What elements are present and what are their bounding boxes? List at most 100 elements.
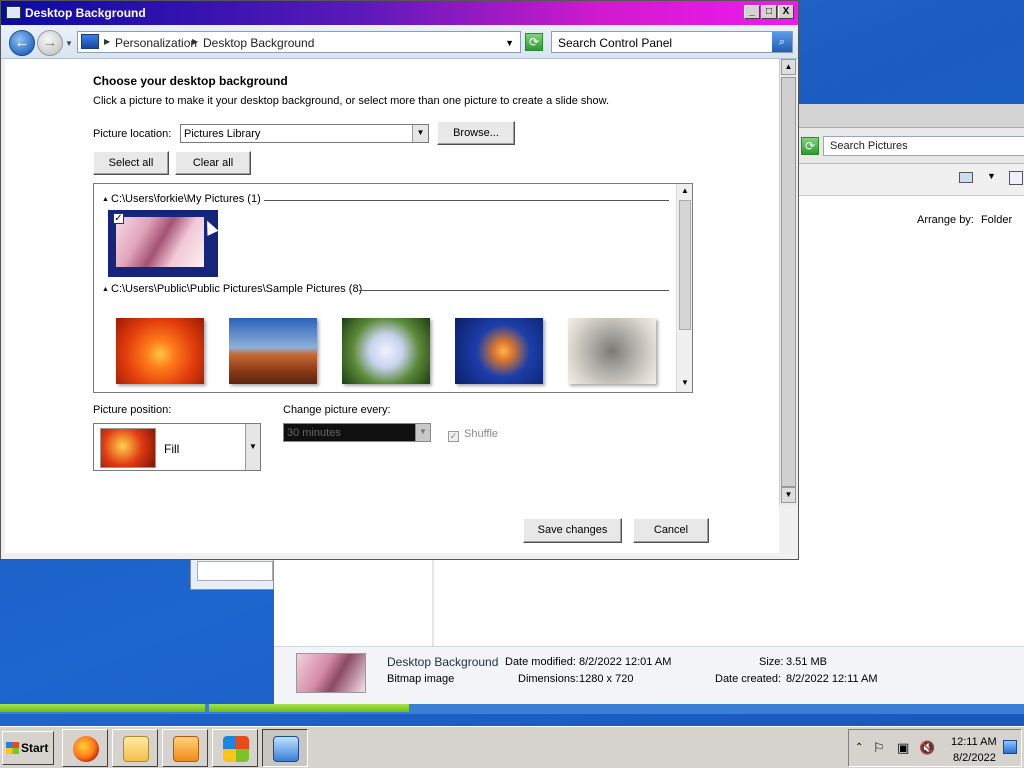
file-name: Desktop Background (387, 655, 499, 669)
picture-position-select[interactable]: Fill ▼ (93, 423, 261, 471)
picture-tile-koala[interactable] (568, 318, 656, 384)
gallery-scroll-thumb[interactable] (679, 200, 691, 330)
breadcrumb-desktop-background[interactable]: Desktop Background (203, 36, 314, 50)
picture-location-select[interactable]: Pictures Library ▼ (180, 124, 429, 143)
save-changes-button[interactable]: Save changes (523, 518, 622, 543)
explorer-search-input[interactable]: Search Pictures (823, 136, 1024, 156)
forward-arrow-icon[interactable]: → (37, 30, 63, 56)
volume-muted-icon[interactable]: 🔇 (919, 740, 935, 756)
scroll-up-icon[interactable]: ▲ (677, 184, 693, 198)
change-picture-value: 30 minutes (287, 427, 341, 439)
clock-time[interactable]: 12:11 AM (951, 736, 997, 748)
scroll-down-icon[interactable]: ▼ (677, 376, 693, 390)
arrange-by-label: Arrange by: (917, 214, 974, 226)
taskbar-control-panel[interactable] (262, 729, 308, 767)
start-button[interactable]: Start (2, 731, 54, 765)
picture-checkbox[interactable]: ✓ (113, 213, 124, 224)
history-dropdown-icon[interactable]: ▼ (65, 39, 73, 48)
taskbar-explorer[interactable] (112, 729, 158, 767)
page-description: Click a picture to make it your desktop … (93, 95, 610, 107)
picture-tile-jellyfish[interactable] (455, 318, 543, 384)
show-desktop-icon[interactable] (1003, 740, 1017, 754)
chevron-right-icon[interactable]: ▶ (192, 37, 198, 46)
window-scrollbar[interactable]: ▲ ▼ (779, 59, 797, 505)
size-value: 3.51 MB (786, 656, 827, 668)
picture-tile-desert[interactable] (229, 318, 317, 384)
scroll-down-icon[interactable]: ▼ (781, 487, 796, 503)
network-icon[interactable]: ▣ (897, 740, 909, 756)
scroll-thumb[interactable] (781, 77, 796, 487)
breadcrumb-personalization[interactable]: Personalization (115, 36, 197, 50)
explorer-title-bar (799, 104, 1024, 128)
close-button[interactable]: X (778, 5, 794, 19)
shuffle-check-icon: ✓ (448, 431, 459, 442)
refresh-icon[interactable]: ⟳ (525, 33, 543, 51)
progress-segment (0, 704, 205, 712)
picture-tile-chrysanthemum[interactable] (116, 318, 204, 384)
explorer-file-pane: Desktop Background Bitmap image Date mod… (274, 556, 1024, 704)
search-control-panel-input[interactable]: Search Control Panel ⌕ (551, 31, 793, 53)
clock-date[interactable]: 8/2/2022 (953, 752, 996, 764)
group-header-my-pictures[interactable]: C:\Users\forkie\My Pictures (1) (111, 193, 261, 205)
clear-all-button[interactable]: Clear all (175, 151, 251, 175)
firefox-icon (73, 736, 99, 762)
arrange-by-value[interactable]: Folder (981, 214, 1012, 226)
media-player-icon (173, 736, 199, 762)
search-icon[interactable]: ⌕ (772, 32, 792, 52)
search-placeholder: Search Control Panel (558, 36, 673, 50)
select-all-button[interactable]: Select all (93, 151, 169, 175)
picture-location-label: Picture location: (93, 128, 172, 140)
arrange-by: Arrange by: Folder (917, 214, 1016, 226)
taskbar-firefox[interactable] (62, 729, 108, 767)
action-center-flag-icon[interactable]: ⚐ (873, 740, 885, 756)
minimize-button[interactable]: _ (744, 5, 760, 19)
shuffle-label: Shuffle (464, 428, 499, 440)
control-panel-icon (6, 6, 21, 19)
picture-gallery: ▲ C:\Users\forkie\My Pictures (1) ✓ ▲ C:… (93, 183, 693, 393)
group-header-sample-pictures[interactable]: C:\Users\Public\Public Pictures\Sample P… (111, 283, 362, 295)
chevron-down-icon[interactable]: ▼ (245, 424, 260, 470)
collapse-group-icon[interactable]: ▲ (102, 196, 109, 203)
folder-icon (123, 736, 149, 762)
chevron-down-icon: ▼ (415, 424, 430, 441)
picture-tile-hydrangeas[interactable] (342, 318, 430, 384)
start-label: Start (21, 741, 49, 755)
taskbar-windows[interactable] (212, 729, 258, 767)
picture-location-value: Pictures Library (184, 128, 261, 140)
system-tray: ⌃ ⚐ ▣ 🔇 12:11 AM 8/2/2022 (848, 729, 1022, 767)
explorer-address-area: ⟳ Search Pictures (799, 128, 1024, 164)
cancel-button[interactable]: Cancel (633, 518, 709, 543)
picture-tile-selected[interactable]: ✓ (108, 210, 219, 277)
background-dialog (190, 556, 274, 590)
scroll-up-icon[interactable]: ▲ (781, 59, 796, 75)
explorer-refresh-icon[interactable]: ⟳ (801, 137, 819, 155)
gallery-scrollbar[interactable]: ▲ ▼ (676, 184, 692, 392)
title-bar: Desktop Background _ □ X (1, 1, 798, 25)
progress-segment (209, 704, 409, 712)
window-title: Desktop Background (25, 6, 146, 20)
explorer-toolbar: ▼ (799, 164, 1024, 196)
view-dropdown-icon[interactable]: ▼ (987, 171, 996, 181)
preview-pane-icon[interactable] (1009, 171, 1023, 185)
collapse-group-icon[interactable]: ▲ (102, 286, 109, 293)
picture-position-label: Picture position: (93, 404, 172, 416)
browse-button[interactable]: Browse... (437, 121, 515, 145)
view-icon[interactable] (959, 172, 973, 183)
chevron-right-icon[interactable]: ▶ (104, 37, 110, 46)
change-picture-select: 30 minutes ▼ (283, 423, 431, 442)
desktop-background-window: Desktop Background _ □ X ← → ▼ ▶ Persona… (0, 0, 799, 560)
back-arrow-icon[interactable]: ← (9, 30, 35, 56)
shuffle-checkbox: ✓ Shuffle (448, 428, 498, 442)
show-hidden-icons-icon[interactable]: ⌃ (855, 742, 863, 753)
chevron-down-icon[interactable]: ▼ (412, 125, 428, 142)
file-type: Bitmap image (387, 673, 455, 685)
address-bar[interactable]: ▶ Personalization ▶ Desktop Background ▼ (77, 31, 521, 53)
page-heading: Choose your desktop background (93, 74, 288, 88)
dimensions-label: Dimensions: (518, 673, 579, 685)
picture-thumbnail (116, 217, 204, 267)
taskbar-media-player[interactable] (162, 729, 208, 767)
address-dropdown-icon[interactable]: ▼ (505, 38, 514, 48)
picture-position-value: Fill (164, 442, 180, 456)
taskbar: Start ⌃ ⚐ ▣ 🔇 12:11 AM 8/2/2022 (0, 726, 1024, 768)
maximize-button[interactable]: □ (761, 5, 777, 19)
